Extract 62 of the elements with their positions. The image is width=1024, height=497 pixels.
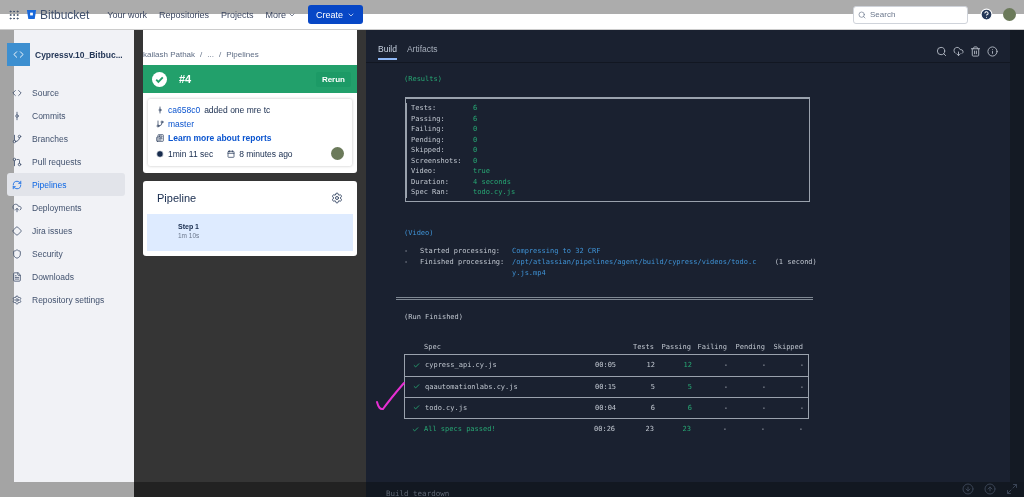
breadcrumb-link[interactable]: Pipelines (226, 50, 259, 59)
security-icon (12, 248, 22, 259)
author-avatar (331, 147, 344, 160)
create-button[interactable]: Create (308, 5, 364, 24)
sidebar-item[interactable]: Commits (7, 104, 125, 127)
pipelines-icon (12, 179, 22, 190)
repository-icon (7, 43, 30, 66)
branch-link[interactable]: master (168, 119, 194, 129)
branch-icon (156, 120, 164, 128)
breadcrumb-separator: / (218, 50, 222, 59)
run-duration: 1min 11 sec (168, 148, 214, 159)
sidebar-item[interactable]: Pull requests (7, 150, 125, 173)
settings-icon (12, 294, 22, 305)
user-avatar[interactable] (1003, 8, 1016, 21)
search-field[interactable]: Search (853, 5, 968, 24)
sidebar-item[interactable]: Security (7, 242, 125, 265)
sidebar-item[interactable]: Jira issues (7, 219, 125, 242)
pulls-icon (12, 156, 22, 167)
nav-link[interactable]: Projects (221, 9, 254, 20)
commit-link[interactable]: ca658c0 (168, 105, 201, 115)
search-icon (858, 10, 866, 19)
nav-link[interactable]: More (265, 9, 297, 20)
check-circle-icon (152, 71, 167, 87)
sidebar-item[interactable]: Pipelines (7, 173, 125, 196)
nav-link[interactable]: Repositories (159, 9, 210, 20)
bucket-icon (26, 9, 37, 20)
sidebar-item[interactable]: Downloads (7, 265, 125, 288)
repository-name[interactable]: Cypressv.10_Bitbuc... (35, 49, 123, 60)
sidebar-item[interactable]: Source (7, 81, 125, 104)
rerun-button[interactable]: Rerun (315, 71, 351, 87)
deployments-icon (12, 202, 22, 213)
nav-link[interactable]: Your work (107, 9, 148, 20)
report-icon (156, 134, 164, 142)
search-icon[interactable] (936, 45, 947, 57)
commit-icon (156, 106, 164, 114)
trash-icon[interactable] (970, 45, 981, 57)
sidebar-item[interactable]: Repository settings (7, 288, 125, 311)
log-tab[interactable]: Artifacts (406, 42, 438, 60)
sidebar-item[interactable]: Deployments (7, 196, 125, 219)
bitbucket-logo[interactable]: Bitbucket (26, 7, 90, 22)
handwritten-check-drawing (374, 380, 406, 412)
log-tab[interactable]: Build (378, 42, 397, 60)
reports-link[interactable]: Learn more about reports (168, 133, 272, 143)
cloud-download-icon[interactable] (953, 45, 964, 57)
calendar-icon (227, 149, 236, 158)
run-number: #4 (179, 73, 192, 85)
help-icon[interactable] (980, 8, 993, 21)
breadcrumb-link[interactable]: kailash Pathak (143, 50, 196, 59)
commits-icon (12, 110, 22, 121)
breadcrumb-separator: / (200, 50, 203, 59)
run-time: 8 minutes ago (239, 148, 293, 159)
source-icon (12, 87, 22, 98)
breadcrumb-link[interactable]: ... (207, 50, 214, 59)
jira-icon (12, 225, 22, 236)
pipeline-title: Pipeline (157, 191, 197, 204)
sidebar-item[interactable]: Branches (7, 127, 125, 150)
app-grid-icon[interactable] (8, 8, 20, 21)
branches-icon (12, 133, 22, 144)
settings-icon[interactable] (331, 191, 343, 204)
info-icon[interactable] (987, 45, 998, 57)
downloads-icon (12, 271, 22, 282)
commit-message: added one mre tc (204, 105, 271, 115)
